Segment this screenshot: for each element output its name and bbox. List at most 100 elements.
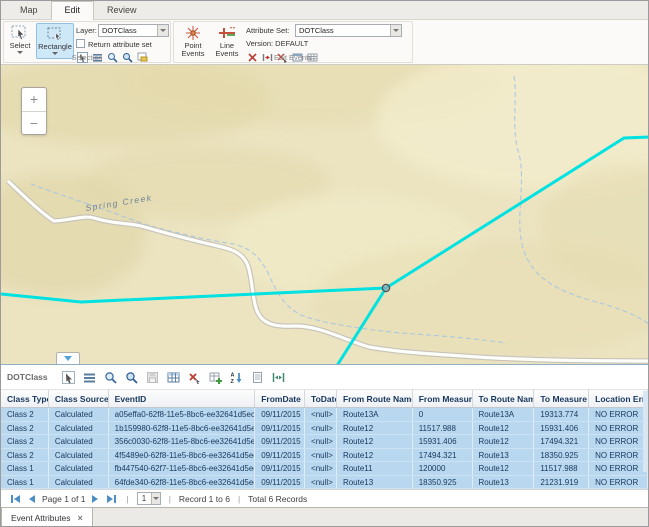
table-cell[interactable]: Route13 — [473, 449, 535, 462]
table-cell[interactable]: 19313.774 — [534, 408, 589, 421]
add-record-icon[interactable] — [209, 370, 223, 384]
column-header[interactable]: FromDate — [255, 390, 305, 407]
tab-edit[interactable]: Edit — [51, 1, 95, 20]
table-cell[interactable]: Route12 — [473, 422, 535, 435]
table-cell[interactable]: Calculated — [49, 422, 109, 435]
table-cell[interactable]: Class 2 — [1, 435, 49, 448]
zoom-to-selected-icon[interactable] — [104, 370, 118, 384]
table-cell[interactable]: 0 — [413, 408, 473, 421]
save-icon[interactable] — [146, 370, 160, 384]
table-cell[interactable]: Route13 — [337, 476, 413, 489]
sort-icon[interactable]: AZ — [230, 370, 244, 384]
table-cell[interactable]: NO ERROR — [589, 435, 648, 448]
table-cell[interactable]: 09/11/2015 — [255, 422, 305, 435]
table-cell[interactable]: 09/11/2015 — [255, 435, 305, 448]
table-cell[interactable]: Route11 — [337, 462, 413, 475]
table-cell[interactable]: 11517.988 — [413, 422, 473, 435]
table-cell[interactable]: Calculated — [49, 435, 109, 448]
table-cell[interactable]: Route12 — [473, 435, 535, 448]
table-cell[interactable]: <null> — [305, 408, 337, 421]
notes-icon[interactable] — [251, 370, 265, 384]
first-page-button[interactable] — [9, 495, 22, 503]
table-cell[interactable]: NO ERROR — [589, 476, 648, 489]
select-record-icon[interactable] — [62, 370, 76, 384]
table-cell[interactable]: 18350.925 — [413, 476, 473, 489]
delete-record-icon[interactable] — [188, 370, 202, 384]
table-cell[interactable]: Class 1 — [1, 476, 49, 489]
table-cell[interactable]: 09/11/2015 — [255, 408, 305, 421]
route-junction-marker[interactable] — [382, 284, 389, 291]
column-header[interactable]: To Measure — [534, 390, 589, 407]
table-scrollbar[interactable] — [643, 391, 648, 472]
table-cell[interactable]: 120000 — [413, 462, 473, 475]
column-header[interactable]: Class Source — [49, 390, 109, 407]
table-cell[interactable]: Class 2 — [1, 449, 49, 462]
table-cell[interactable]: Calculated — [49, 449, 109, 462]
table-cell[interactable]: Route13A — [337, 408, 413, 421]
table-cell[interactable]: Route12 — [337, 449, 413, 462]
return-attribute-set-checkbox[interactable] — [76, 39, 85, 48]
column-header[interactable]: To Route Name — [473, 390, 535, 407]
table-cell[interactable]: Class 2 — [1, 422, 49, 435]
page-select-dropdown[interactable]: 1 — [137, 492, 161, 505]
table-cell[interactable]: Calculated — [49, 408, 109, 421]
table-cell[interactable]: <null> — [305, 435, 337, 448]
table-cell[interactable]: 11517.988 — [534, 462, 589, 475]
table-cell[interactable]: 15931.406 — [413, 435, 473, 448]
layer-dropdown[interactable]: DOTClass — [98, 24, 169, 37]
table-cell[interactable]: 18350.925 — [534, 449, 589, 462]
column-header[interactable]: ToDate — [305, 390, 337, 407]
table-cell[interactable]: Route13 — [473, 476, 535, 489]
table-cell[interactable]: 356c0030-62f8-11e5-8bc6-ee32641d5ec9 — [109, 435, 256, 448]
table-cell[interactable]: NO ERROR — [589, 462, 648, 475]
tab-review[interactable]: Review — [94, 1, 150, 19]
table-cell[interactable]: 17494.321 — [534, 435, 589, 448]
table-cell[interactable]: 1b159980-62f8-11e5-8bc6-ee32641d5ec9 — [109, 422, 256, 435]
attribute-set-dropdown[interactable]: DOTClass — [295, 24, 402, 37]
table-cell[interactable]: fb447540-62f7-11e5-8bc6-ee32641d5ec9 — [109, 462, 256, 475]
column-header[interactable]: From Measure — [413, 390, 473, 407]
zoom-out-button[interactable]: − — [22, 112, 46, 135]
table-cell[interactable]: Route12 — [337, 422, 413, 435]
table-cell[interactable]: 09/11/2015 — [255, 462, 305, 475]
pan-to-selected-icon[interactable] — [125, 370, 139, 384]
tab-event-attributes[interactable]: Event Attributes × — [1, 508, 93, 527]
table-cell[interactable]: 15931.406 — [534, 422, 589, 435]
table-row[interactable]: Class 2Calculated356c0030-62f8-11e5-8bc6… — [1, 435, 648, 449]
close-icon[interactable]: × — [78, 513, 83, 523]
table-cell[interactable]: <null> — [305, 422, 337, 435]
map-canvas[interactable]: Spring Creek + − — [1, 65, 649, 364]
table-cell[interactable]: <null> — [305, 449, 337, 462]
next-page-button[interactable] — [90, 495, 100, 503]
table-cell[interactable]: 09/11/2015 — [255, 476, 305, 489]
table-row[interactable]: Class 1Calculated64fde340-62f8-11e5-8bc6… — [1, 476, 648, 490]
table-cell[interactable]: <null> — [305, 462, 337, 475]
table-cell[interactable]: NO ERROR — [589, 422, 648, 435]
options-menu-icon[interactable] — [83, 370, 97, 384]
previous-page-button[interactable] — [27, 495, 37, 503]
column-header[interactable]: Class Type — [1, 390, 49, 407]
table-cell[interactable]: 4f5489e0-62f8-11e5-8bc6-ee32641d5ec9 — [109, 449, 256, 462]
table-cell[interactable]: a05effa0-62f8-11e5-8bc6-ee32641d5ec9 — [109, 408, 256, 421]
tab-map[interactable]: Map — [7, 1, 51, 19]
table-cell[interactable]: 64fde340-62f8-11e5-8bc6-ee32641d5ec9 — [109, 476, 256, 489]
table-cell[interactable]: 17494.321 — [413, 449, 473, 462]
table-cell[interactable]: NO ERROR — [589, 408, 648, 421]
table-view-icon[interactable] — [167, 370, 181, 384]
zoom-in-button[interactable]: + — [22, 88, 46, 112]
table-row[interactable]: Class 2Calculated1b159980-62f8-11e5-8bc6… — [1, 422, 648, 436]
panel-collapse-tab[interactable] — [56, 352, 80, 364]
column-header[interactable]: EventID — [109, 390, 256, 407]
table-cell[interactable]: Route12 — [473, 462, 535, 475]
table-cell[interactable]: 09/11/2015 — [255, 449, 305, 462]
table-cell[interactable]: Class 2 — [1, 408, 49, 421]
table-row[interactable]: Class 2Calculateda05effa0-62f8-11e5-8bc6… — [1, 408, 648, 422]
table-cell[interactable]: Route13A — [473, 408, 535, 421]
table-cell[interactable]: Calculated — [49, 476, 109, 489]
table-cell[interactable]: NO ERROR — [589, 449, 648, 462]
table-cell[interactable]: Route12 — [337, 435, 413, 448]
table-cell[interactable]: Class 1 — [1, 462, 49, 475]
last-page-button[interactable] — [105, 495, 118, 503]
column-header[interactable]: Location Error — [589, 390, 648, 407]
column-header[interactable]: From Route Name — [337, 390, 413, 407]
